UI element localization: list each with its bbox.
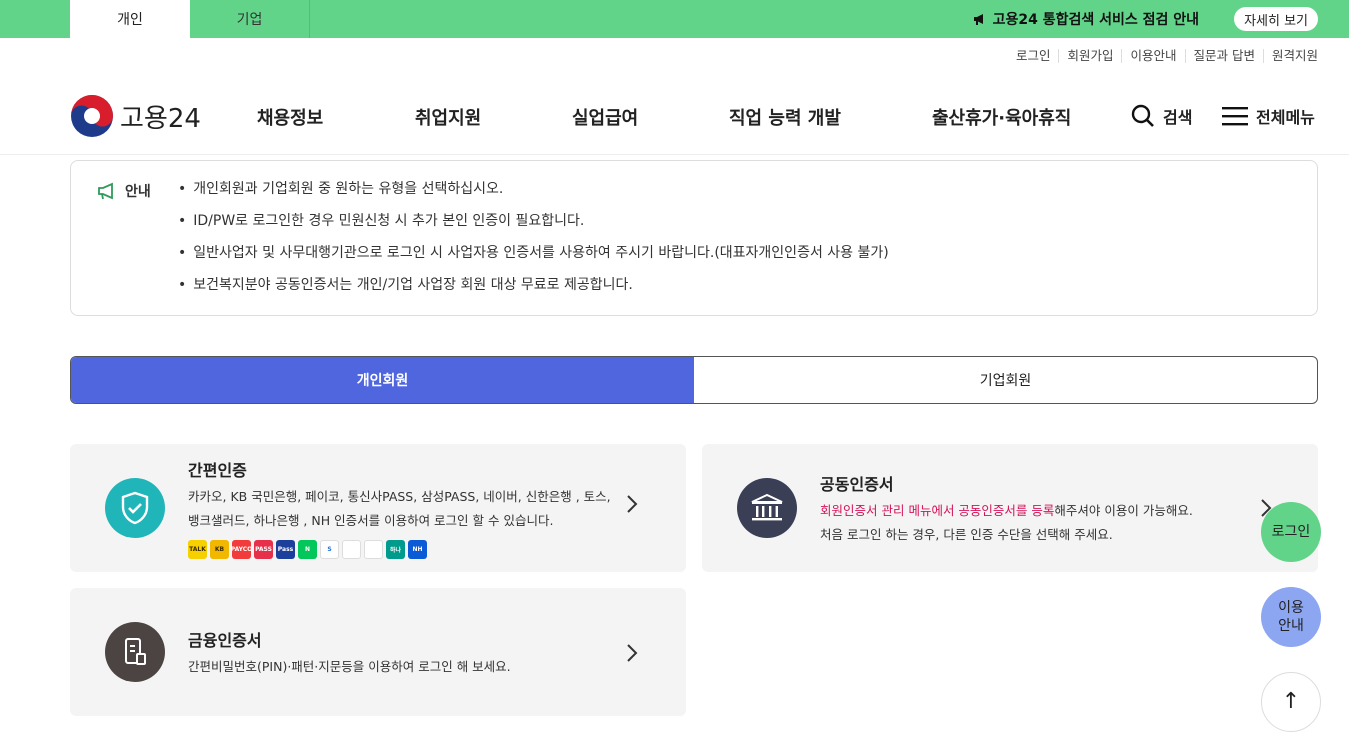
info-label: 안내 <box>97 181 151 201</box>
member-type-tabs: 개인회원 기업회원 <box>70 356 1318 404</box>
floating-guide-line1: 이용 <box>1278 600 1304 616</box>
info-item: 개인회원과 기업회원 중 원하는 유형을 선택하십시오. <box>178 180 889 212</box>
tab-personal-member[interactable]: 개인회원 <box>71 357 694 403</box>
tab-business[interactable]: 기업 <box>190 0 310 38</box>
util-guide-link[interactable]: 이용안내 <box>1121 49 1184 63</box>
nav-item-employment-support[interactable]: 취업지원 <box>415 104 481 130</box>
finance-cert-title: 금융인증서 <box>188 631 262 650</box>
payco-icon: PAYCO <box>231 540 252 559</box>
nh-icon: NH <box>408 540 427 559</box>
service-notice[interactable]: 고용24 통합검색 서비스 점검 안내 <box>973 0 1199 38</box>
floating-guide-line2: 안내 <box>1278 618 1304 634</box>
info-item: 보건복지분야 공동인증서는 개인/기업 사업장 회원 대상 무료로 제공합니다. <box>178 276 889 308</box>
hana-icon: 하나 <box>386 540 405 559</box>
finance-cert-desc: 간편비밀번호(PIN)·패턴·지문등을 이용하여 로그인 해 보세요. <box>188 659 511 674</box>
search-icon <box>1131 104 1154 127</box>
info-label-text: 안내 <box>125 184 151 200</box>
joint-cert-title: 공동인증서 <box>820 475 894 494</box>
finance-cert-card[interactable]: 금융인증서 간편비밀번호(PIN)·패턴·지문등을 이용하여 로그인 해 보세요… <box>70 588 686 716</box>
nav-item-vocational[interactable]: 직업 능력 개발 <box>729 104 841 130</box>
info-list: 개인회원과 기업회원 중 원하는 유형을 선택하십시오. ID/PW로 로그인한… <box>178 180 889 308</box>
banksalad-icon <box>364 540 383 559</box>
logo[interactable]: 고용24 <box>70 94 201 138</box>
scroll-top-button[interactable]: ↑ <box>1261 672 1321 732</box>
joint-cert-highlight: 회원인증서 관리 메뉴에서 공동인증서를 등록 <box>820 503 1055 518</box>
hamburger-icon <box>1222 107 1248 126</box>
naver-icon: N <box>298 540 317 559</box>
util-login-link[interactable]: 로그인 <box>1008 49 1059 63</box>
search-label: 검색 <box>1163 108 1193 127</box>
notice-text: 고용24 통합검색 서비스 점검 안내 <box>992 12 1199 28</box>
bank-building-icon <box>737 478 797 538</box>
document-icon <box>105 622 165 682</box>
info-item: 일반사업자 및 사무대행기관으로 로그인 시 사업자용 인증서를 사용하여 주시… <box>178 244 888 276</box>
joint-cert-desc-rest: 해주셔야 이용이 가능해요. <box>1054 503 1193 518</box>
utility-links: 로그인 회원가입 이용안내 질문과 답변 원격지원 <box>1008 49 1318 63</box>
provider-icons: TALK KB PAYCO PASS Pass N S 하나 NH <box>188 540 427 559</box>
joint-cert-desc: 회원인증서 관리 메뉴에서 공동인증서를 등록해주셔야 이용이 가능해요. 처음… <box>820 499 1193 547</box>
kakao-icon: TALK <box>188 540 207 559</box>
shield-check-icon <box>105 478 165 538</box>
nav-item-parental-leave[interactable]: 출산휴가·육아휴직 <box>932 104 1071 130</box>
simple-auth-desc: 카카오, KB 국민은행, 페이코, 통신사PASS, 삼성PASS, 네이버,… <box>188 485 611 533</box>
floating-login-button[interactable]: 로그인 <box>1261 502 1321 562</box>
joint-cert-desc-line1: 회원인증서 관리 메뉴에서 공동인증서를 등록해주셔야 이용이 가능해요. <box>820 499 1193 523</box>
simple-auth-title: 간편인증 <box>188 461 247 480</box>
chevron-right-icon <box>626 641 638 669</box>
util-remote-link[interactable]: 원격지원 <box>1262 49 1318 63</box>
pass-icon: PASS <box>254 540 273 559</box>
tab-business-member[interactable]: 기업회원 <box>694 357 1317 403</box>
info-item: ID/PW로 로그인한 경우 민원신청 시 추가 본인 인증이 필요합니다. <box>178 212 889 244</box>
util-signup-link[interactable]: 회원가입 <box>1058 49 1121 63</box>
all-menu-label: 전체메뉴 <box>1256 108 1315 127</box>
samsung-pass-icon: Pass <box>276 540 295 559</box>
logo-text: 고용24 <box>120 103 201 134</box>
nav-item-jobs[interactable]: 채용정보 <box>257 104 323 130</box>
taegeuk-logo-icon <box>71 95 113 137</box>
info-box: 안내 개인회원과 기업회원 중 원하는 유형을 선택하십시오. ID/PW로 로… <box>70 160 1318 316</box>
megaphone-icon <box>98 182 113 200</box>
kb-icon: KB <box>210 540 229 559</box>
simple-auth-desc-line2: 뱅크샐러드, 하나은행 , NH 인증서를 이용하여 로그인 할 수 있습니다. <box>188 513 554 528</box>
megaphone-icon <box>973 14 983 25</box>
floating-guide-button[interactable]: 이용 안내 <box>1261 587 1321 647</box>
chevron-right-icon <box>626 492 638 520</box>
toss-icon <box>342 540 361 559</box>
joint-cert-desc-line2: 처음 로그인 하는 경우, 다른 인증 수단을 선택해 주세요. <box>820 527 1113 542</box>
search-button[interactable]: 검색 <box>1131 104 1192 128</box>
main-nav: 고용24 채용정보 취업지원 실업급여 직업 능력 개발 출산휴가·육아휴직 검… <box>0 78 1349 155</box>
simple-auth-desc-line1: 카카오, KB 국민은행, 페이코, 통신사PASS, 삼성PASS, 네이버,… <box>188 489 611 504</box>
util-qna-link[interactable]: 질문과 답변 <box>1184 49 1263 63</box>
nav-item-unemployment[interactable]: 실업급여 <box>572 104 638 130</box>
shinhan-icon: S <box>320 540 339 559</box>
tab-personal[interactable]: 개인 <box>70 0 190 38</box>
joint-cert-card[interactable]: 공동인증서 회원인증서 관리 메뉴에서 공동인증서를 등록해주셔야 이용이 가능… <box>702 444 1318 572</box>
all-menu-button[interactable]: 전체메뉴 <box>1222 104 1315 128</box>
top-bar: 개인 기업 고용24 통합검색 서비스 점검 안내 자세히 보기 <box>0 0 1349 38</box>
notice-detail-button[interactable]: 자세히 보기 <box>1234 7 1318 31</box>
